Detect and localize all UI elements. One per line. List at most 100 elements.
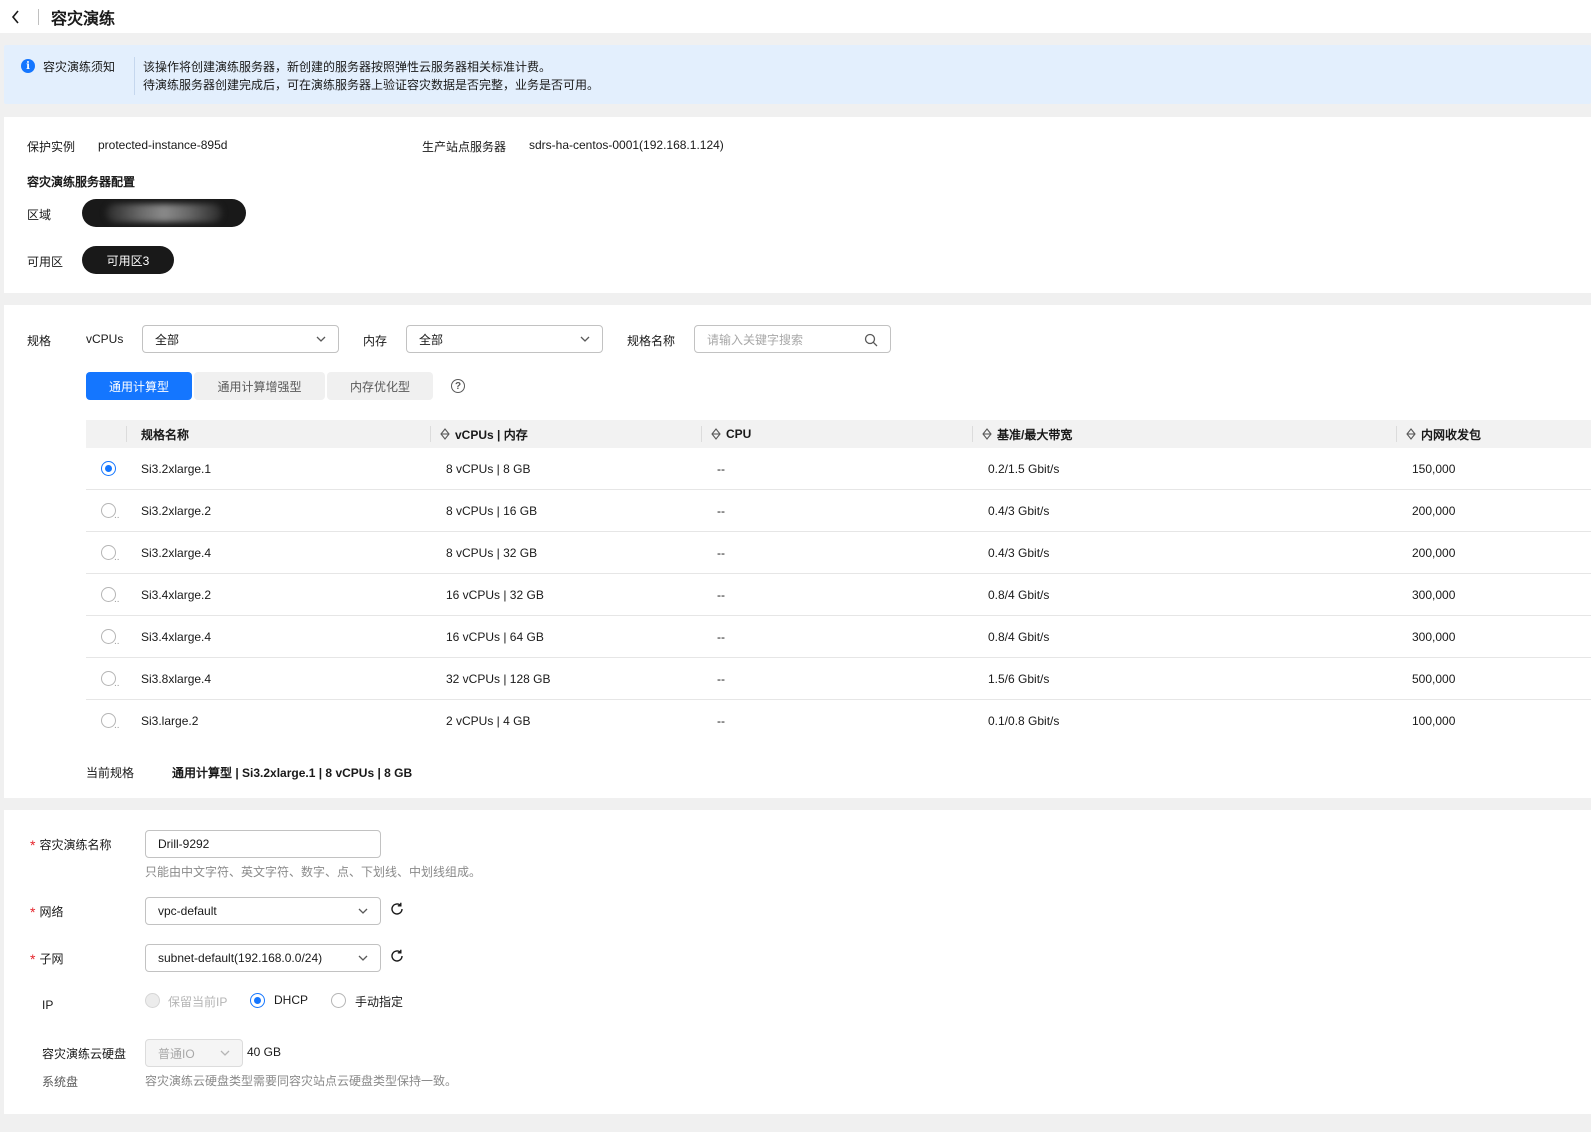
cell-bandwidth: 0.8/4 Gbit/s (988, 630, 1050, 644)
cell-pps: 150,000 (1412, 462, 1456, 476)
cell-bandwidth: 0.4/3 Gbit/s (988, 504, 1050, 518)
col-vcpus-memory[interactable]: vCPUs | 内存 (440, 420, 528, 448)
network-select-value: vpc-default (158, 904, 217, 918)
cell-spec-name: Si3.4xlarge.4 (141, 630, 212, 644)
sort-icon (982, 428, 992, 440)
cell-vcpus-memory: 16 vCPUs | 32 GB (446, 588, 544, 602)
info-icon: i (21, 59, 35, 73)
memory-select[interactable]: 全部 (406, 325, 603, 353)
notice-title: 容灾演练须知 (43, 60, 116, 74)
tab-memory-optimized[interactable]: 内存优化型 (327, 372, 433, 400)
vcpus-label: vCPUs (86, 332, 124, 346)
current-spec-label: 当前规格 (86, 766, 135, 780)
search-icon[interactable] (864, 333, 878, 347)
table-header: 规格名称 vCPUs | 内存 CPU 基准/最大带宽 内网收发包 (86, 420, 1591, 448)
col-cpu[interactable]: CPU (711, 420, 751, 448)
cell-cpu: -- (717, 630, 725, 644)
cell-pps: 200,000 (1412, 504, 1456, 518)
tab-general-compute[interactable]: 通用计算型 (86, 372, 192, 400)
cell-bandwidth: 0.1/0.8 Gbit/s (988, 714, 1060, 728)
protected-instance-value: protected-instance-895d (98, 138, 228, 152)
notice-line-1: 该操作将创建演练服务器，新创建的服务器按照弹性云服务器相关标准计费。 (143, 60, 552, 74)
memory-select-value: 全部 (419, 332, 444, 347)
drill-notice: i 容灾演练须知 该操作将创建演练服务器，新创建的服务器按照弹性云服务器相关标准… (4, 45, 1591, 104)
radio-ellipsis: .. (114, 636, 120, 647)
col-pps[interactable]: 内网收发包 (1406, 420, 1481, 448)
help-icon[interactable]: ? (451, 379, 465, 393)
row-radio[interactable] (101, 461, 116, 476)
ip-keep-label: 保留当前IP (168, 995, 228, 1009)
col-spec-name: 规格名称 (141, 427, 190, 442)
vcpus-select[interactable]: 全部 (142, 325, 339, 353)
cell-pps: 300,000 (1412, 588, 1456, 602)
sort-icon (1406, 428, 1416, 440)
divider (38, 8, 39, 25)
ip-manual-radio[interactable] (331, 993, 346, 1008)
spec-search-input[interactable]: 请输入关键字搜索 (694, 325, 891, 353)
sort-icon (711, 428, 721, 440)
chevron-down-icon (358, 955, 368, 961)
radio-ellipsis: .. (114, 510, 120, 521)
az-button[interactable]: 可用区3 (82, 246, 174, 274)
table-row[interactable]: Si3.2xlarge.1 8 vCPUs | 8 GB -- 0.2/1.5 … (86, 448, 1591, 490)
sort-icon (440, 428, 450, 440)
az-label: 可用区 (27, 255, 64, 269)
drill-name-value: Drill-9292 (158, 837, 210, 851)
cell-cpu: -- (717, 588, 725, 602)
memory-label: 内存 (363, 334, 388, 348)
table-row[interactable]: .. Si3.2xlarge.4 8 vCPUs | 32 GB -- 0.4/… (86, 532, 1591, 574)
cell-spec-name: Si3.4xlarge.2 (141, 588, 212, 602)
disk-type-select[interactable]: 普通IO (145, 1039, 243, 1067)
table-row[interactable]: .. Si3.4xlarge.4 16 vCPUs | 64 GB -- 0.8… (86, 616, 1591, 658)
current-spec-value: 通用计算型 | Si3.2xlarge.1 | 8 vCPUs | 8 GB (172, 766, 413, 780)
drill-name-label: * 容灾演练名称 (30, 836, 112, 853)
column-divider (972, 426, 973, 442)
ip-dhcp-radio[interactable] (250, 993, 265, 1008)
ip-label: IP (42, 998, 54, 1012)
disk-label: 容灾演练云硬盘 (42, 1047, 127, 1061)
col-bandwidth[interactable]: 基准/最大带宽 (982, 420, 1072, 448)
cell-bandwidth: 0.2/1.5 Gbit/s (988, 462, 1060, 476)
refresh-icon[interactable] (389, 901, 405, 917)
cell-bandwidth: 0.4/3 Gbit/s (988, 546, 1050, 560)
redacted-region (106, 204, 222, 222)
table-row[interactable]: .. Si3.8xlarge.4 32 vCPUs | 128 GB -- 1.… (86, 658, 1591, 700)
table-row[interactable]: .. Si3.large.2 2 vCPUs | 4 GB -- 0.1/0.8… (86, 700, 1591, 742)
drill-name-input[interactable]: Drill-9292 (145, 830, 381, 858)
region-value[interactable] (82, 199, 246, 227)
refresh-icon[interactable] (389, 948, 405, 964)
tab-general-compute-plus[interactable]: 通用计算增强型 (194, 372, 325, 400)
cell-vcpus-memory: 8 vCPUs | 8 GB (446, 462, 531, 476)
spec-name-label: 规格名称 (627, 334, 676, 348)
table-row[interactable]: .. Si3.4xlarge.2 16 vCPUs | 32 GB -- 0.8… (86, 574, 1591, 616)
cell-pps: 100,000 (1412, 714, 1456, 728)
chevron-left-icon (11, 9, 19, 24)
cell-pps: 300,000 (1412, 630, 1456, 644)
cell-cpu: -- (717, 714, 725, 728)
cell-cpu: -- (717, 672, 725, 686)
disk-type-value: 普通IO (158, 1046, 195, 1061)
network-label: * 网络 (30, 903, 64, 920)
radio-ellipsis: .. (114, 594, 120, 605)
back-button[interactable] (0, 4, 32, 30)
cell-cpu: -- (717, 504, 725, 518)
drill-name-hint: 只能由中文字符、英文字符、数字、点、下划线、中划线组成。 (145, 865, 482, 879)
table-row[interactable]: .. Si3.2xlarge.2 8 vCPUs | 16 GB -- 0.4/… (86, 490, 1591, 532)
prod-server-value: sdrs-ha-centos-0001(192.168.1.124) (529, 138, 724, 152)
cell-bandwidth: 1.5/6 Gbit/s (988, 672, 1050, 686)
cell-pps: 500,000 (1412, 672, 1456, 686)
top-bar: 容灾演练 (0, 0, 1591, 33)
disk-size: 40 GB (247, 1045, 282, 1059)
ip-keep-radio[interactable] (145, 993, 160, 1008)
spec-card: 规格 vCPUs 全部 内存 全部 规格名称 请输入关键字搜索 通用计算型 通用… (4, 305, 1591, 798)
chevron-down-icon (358, 908, 368, 914)
subnet-select[interactable]: subnet-default(192.168.0.0/24) (145, 944, 381, 972)
vcpus-select-value: 全部 (155, 332, 180, 347)
network-select[interactable]: vpc-default (145, 897, 381, 925)
ip-manual-label: 手动指定 (355, 995, 404, 1009)
column-divider (430, 426, 431, 442)
cell-spec-name: Si3.8xlarge.4 (141, 672, 212, 686)
disk-hint: 容灾演练云硬盘类型需要同容灾站点云硬盘类型保持一致。 (145, 1074, 458, 1088)
ip-dhcp-label: DHCP (274, 993, 309, 1007)
cell-spec-name: Si3.large.2 (141, 714, 199, 728)
